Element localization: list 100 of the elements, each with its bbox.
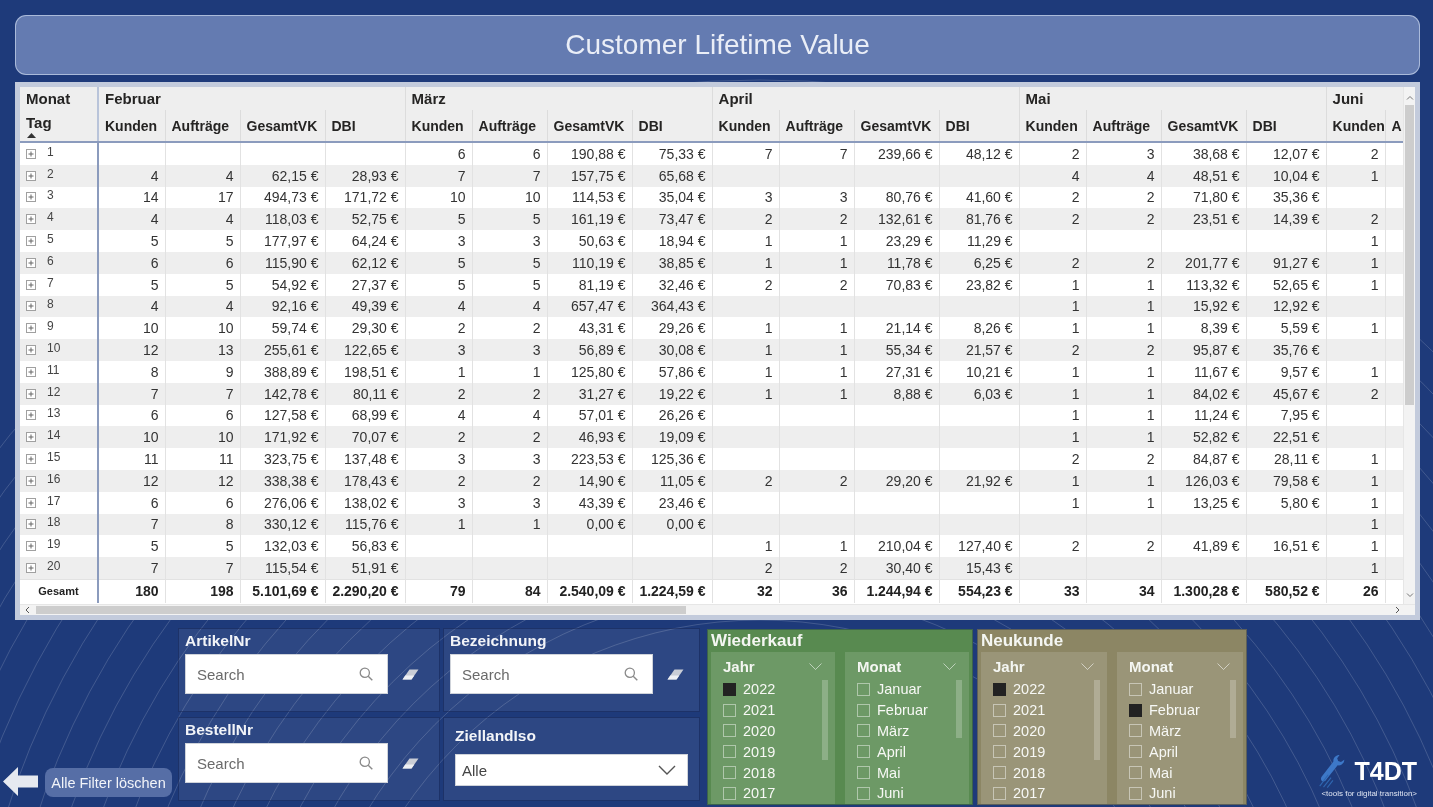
search-icon[interactable] — [359, 667, 373, 681]
row-label: 12 — [47, 385, 61, 398]
table-cell: 6 — [165, 491, 240, 514]
table-cell: 11,05 € — [632, 469, 713, 492]
total-cell: 32 — [712, 579, 780, 603]
expand-icon[interactable] — [26, 345, 36, 356]
option-label[interactable]: März — [877, 723, 910, 739]
table-cell: 32,46 € — [632, 273, 713, 296]
table-cell: 28,11 € — [1246, 448, 1327, 470]
table-cell: 12 — [98, 469, 165, 492]
scrollbar-thumb[interactable] — [1405, 105, 1414, 405]
table-cell: 1 — [712, 252, 780, 274]
scrollbar-thumb[interactable] — [956, 680, 962, 738]
expand-icon[interactable] — [26, 410, 36, 421]
option-label[interactable]: März — [1149, 723, 1182, 739]
table-cell: 126,03 € — [1161, 469, 1247, 492]
expand-icon[interactable] — [26, 279, 36, 290]
total-cell: 36 — [779, 579, 855, 603]
option-label[interactable]: 2017 — [1013, 785, 1046, 802]
option-label[interactable]: Januar — [877, 681, 922, 698]
option-label[interactable]: April — [877, 743, 906, 760]
back-arrow-icon[interactable] — [3, 766, 38, 797]
option-label[interactable]: 2020 — [1013, 723, 1046, 739]
eraser-icon[interactable] — [402, 757, 419, 769]
checkbox[interactable] — [1129, 703, 1142, 717]
checkbox[interactable] — [723, 682, 736, 696]
sort-arrow-icon[interactable] — [27, 132, 36, 138]
option-label[interactable]: Mai — [1149, 764, 1173, 781]
table-cell: 2 — [1326, 382, 1386, 405]
table-cell: 2 — [1086, 252, 1162, 274]
option-label[interactable]: April — [1149, 743, 1178, 760]
option-label[interactable]: 2022 — [743, 681, 776, 698]
row-label: 14 — [47, 429, 61, 442]
search-field[interactable]: Search — [185, 654, 388, 694]
option-label[interactable]: 2021 — [743, 702, 776, 719]
table-cell: 3 — [1086, 142, 1162, 165]
chevron-down-icon[interactable] — [658, 765, 676, 775]
option-label[interactable]: 2017 — [743, 785, 776, 802]
row-label: 15 — [47, 451, 61, 464]
option-label[interactable]: 2019 — [1013, 743, 1046, 760]
expand-icon[interactable] — [26, 214, 36, 225]
table-cell: 5 — [472, 252, 548, 274]
clear-filters-button[interactable]: Alle Filter löschen — [45, 768, 172, 797]
expand-icon[interactable] — [26, 236, 36, 247]
list-title: Jahr — [993, 657, 1025, 675]
expand-icon[interactable] — [26, 563, 36, 574]
table-cell: 223,53 € — [547, 448, 633, 470]
expand-icon[interactable] — [26, 388, 36, 399]
option-label[interactable]: Juni — [877, 785, 904, 802]
search-icon[interactable] — [624, 667, 638, 681]
table-cell: 1 — [1326, 448, 1386, 470]
option-label[interactable]: 2021 — [1013, 702, 1046, 719]
table-cell: 5 — [405, 252, 473, 274]
option-label[interactable]: Mai — [877, 764, 901, 781]
expand-icon[interactable] — [26, 541, 36, 552]
table-cell: 7 — [98, 557, 165, 580]
table-cell: 2 — [1019, 142, 1087, 165]
row-header[interactable]: Tag — [26, 113, 52, 131]
option-label[interactable]: Januar — [1149, 681, 1194, 698]
expand-icon[interactable] — [26, 301, 36, 312]
option-label[interactable]: Juni — [1149, 785, 1176, 802]
option-label[interactable]: 2022 — [1013, 681, 1046, 698]
option-label[interactable]: 2020 — [743, 723, 776, 739]
table-cell: 1 — [1019, 469, 1087, 492]
option-label[interactable]: Februar — [1149, 702, 1200, 719]
option-label[interactable]: 2018 — [1013, 764, 1046, 781]
table-cell: 50,63 € — [547, 230, 633, 252]
eraser-icon[interactable] — [402, 668, 419, 680]
expand-icon[interactable] — [26, 475, 36, 486]
expand-icon[interactable] — [26, 432, 36, 443]
expand-icon[interactable] — [26, 257, 36, 268]
row-group-header: Monat — [20, 87, 98, 110]
dropdown[interactable]: Alle — [455, 754, 688, 786]
option-label[interactable]: 2019 — [743, 743, 776, 760]
search-field[interactable]: Search — [450, 654, 653, 694]
table-cell: 6,03 € — [939, 382, 1020, 405]
expand-icon[interactable] — [26, 454, 36, 465]
expand-icon[interactable] — [26, 519, 36, 530]
scrollbar-thumb[interactable] — [1230, 680, 1236, 738]
table-cell: 10,21 € — [939, 360, 1020, 383]
table-cell: 23,29 € — [854, 230, 940, 252]
expand-icon[interactable] — [26, 497, 36, 508]
vertical-scrollbar[interactable] — [1403, 87, 1415, 604]
scrollbar-thumb[interactable] — [36, 606, 686, 614]
search-field[interactable]: Search — [185, 743, 388, 783]
horizontal-scrollbar[interactable] — [20, 604, 1415, 615]
table-cell: 1 — [779, 360, 855, 383]
eraser-icon[interactable] — [667, 668, 684, 680]
expand-icon[interactable] — [26, 192, 36, 203]
scrollbar-thumb[interactable] — [822, 680, 828, 760]
checkbox[interactable] — [993, 682, 1006, 696]
option-label[interactable]: 2018 — [743, 764, 776, 781]
table-cell: 62,15 € — [240, 164, 325, 187]
expand-icon[interactable] — [26, 323, 36, 334]
expand-icon[interactable] — [26, 170, 36, 181]
scrollbar-thumb[interactable] — [1094, 680, 1100, 760]
option-label[interactable]: Februar — [877, 702, 928, 719]
search-icon[interactable] — [359, 756, 373, 770]
expand-icon[interactable] — [26, 366, 36, 377]
expand-icon[interactable] — [26, 148, 36, 159]
